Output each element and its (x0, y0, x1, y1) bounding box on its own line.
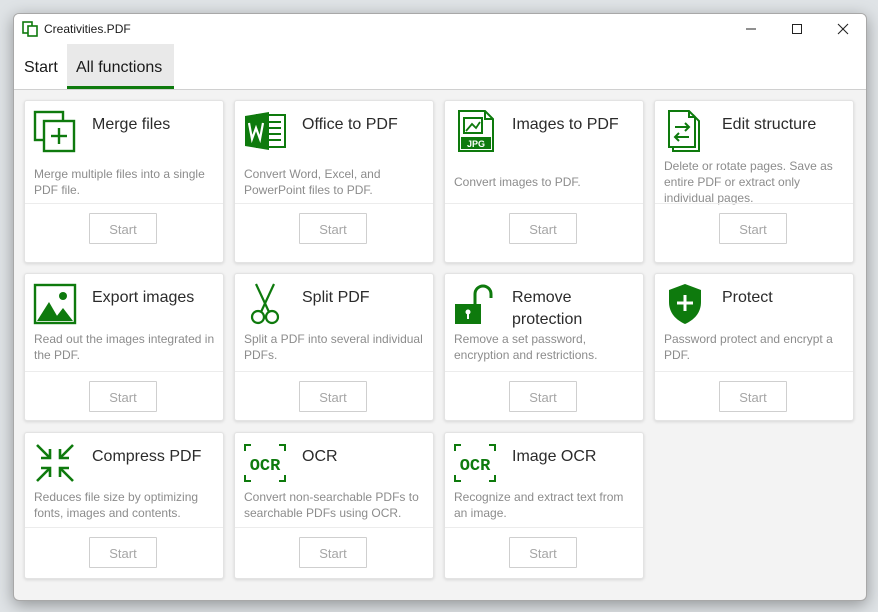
card-title: Images to PDF (512, 116, 619, 133)
ocr-icon: OCR (244, 444, 286, 482)
title-bar: Creativities.PDF (14, 14, 866, 44)
compress-icon (36, 444, 74, 482)
word-icon (245, 112, 286, 150)
start-button-protect[interactable]: Start (719, 381, 787, 412)
edit-structure-icon (668, 110, 700, 152)
card-compress-pdf: Compress PDF Reduces file size by optimi… (24, 432, 224, 579)
shield-icon (669, 284, 701, 324)
card-title: Office to PDF (302, 116, 398, 133)
card-description: Recognize and extract text from an image… (454, 490, 624, 520)
card-split-pdf: Split PDF Split a PDF into several indiv… (234, 273, 434, 421)
card-description: Convert images to PDF. (454, 175, 581, 189)
start-button-split-pdf[interactable]: Start (299, 381, 367, 412)
card-title: Edit structure (722, 116, 817, 133)
card-title: Protect (722, 289, 773, 306)
image-ocr-icon: OCR (454, 444, 496, 482)
close-button[interactable] (820, 14, 866, 44)
start-button-edit-structure[interactable]: Start (719, 213, 787, 244)
card-protect: Protect Password protect and encrypt a P… (654, 273, 854, 421)
card-description: Split a PDF into several individual PDFs… (244, 332, 423, 362)
app-window: Creativities.PDF Start All functions Mer… (13, 13, 867, 601)
card-title: Image OCR (512, 448, 597, 465)
card-ocr: OCR OCR Convert non-searchable PDFs to s… (234, 432, 434, 579)
close-icon (837, 23, 849, 35)
card-title: Remove protection (512, 289, 583, 328)
start-button-image-ocr[interactable]: Start (509, 537, 577, 568)
card-description: Merge multiple files into a single PDF f… (34, 167, 205, 197)
card-description: Password protect and encrypt a PDF. (664, 332, 833, 362)
card-description: Convert non-searchable PDFs to searchabl… (244, 490, 419, 520)
card-merge-files: Merge files Merge multiple files into a … (24, 100, 224, 263)
scissors-icon (250, 283, 280, 325)
start-button-ocr[interactable]: Start (299, 537, 367, 568)
card-office-to-pdf: Office to PDF Convert Word, Excel, and P… (234, 100, 434, 263)
card-description: Read out the images integrated in the PD… (34, 332, 215, 362)
start-button-export-images[interactable]: Start (89, 381, 157, 412)
card-title: OCR (302, 448, 338, 465)
jpg-file-icon: JPG (458, 110, 494, 152)
image-icon (33, 283, 77, 325)
card-description: Remove a set password, encryption and re… (454, 332, 598, 362)
maximize-icon (792, 24, 802, 34)
card-image-ocr: OCR Image OCR Recognize and extract text… (444, 432, 644, 579)
minimize-icon (746, 28, 756, 30)
start-button-compress-pdf[interactable]: Start (89, 537, 157, 568)
minimize-button[interactable] (728, 14, 774, 44)
card-description: Convert Word, Excel, and PowerPoint file… (244, 167, 381, 197)
merge-icon (33, 110, 76, 153)
functions-grid: Merge files Merge multiple files into a … (14, 90, 866, 600)
tab-start[interactable]: Start (14, 44, 66, 89)
card-title: Split PDF (302, 289, 370, 306)
card-description: Delete or rotate pages. Save as entire P… (664, 159, 833, 205)
card-remove-protection: Remove protection Remove a set password,… (444, 273, 644, 421)
tab-all-functions[interactable]: All functions (67, 44, 174, 89)
card-title: Compress PDF (92, 448, 202, 465)
card-export-images: Export images Read out the images integr… (24, 273, 224, 421)
card-description: Reduces file size by optimizing fonts, i… (34, 490, 199, 520)
start-button-remove-protection[interactable]: Start (509, 381, 577, 412)
ocr-label: OCR (460, 457, 491, 476)
card-images-to-pdf: JPG Images to PDF Convert images to PDF.… (444, 100, 644, 263)
ocr-label: OCR (250, 457, 281, 476)
card-edit-structure: Edit structure Delete or rotate pages. S… (654, 100, 854, 263)
start-button-merge-files[interactable]: Start (89, 213, 157, 244)
tab-bar: Start All functions (14, 44, 866, 90)
start-button-images-to-pdf[interactable]: Start (509, 213, 577, 244)
start-button-office-to-pdf[interactable]: Start (299, 213, 367, 244)
app-logo-icon (22, 21, 38, 37)
card-title: Merge files (92, 116, 171, 133)
maximize-button[interactable] (774, 14, 820, 44)
window-title: Creativities.PDF (44, 22, 131, 36)
jpg-label: JPG (467, 139, 485, 149)
unlock-icon (455, 284, 493, 324)
card-title: Export images (92, 289, 195, 306)
